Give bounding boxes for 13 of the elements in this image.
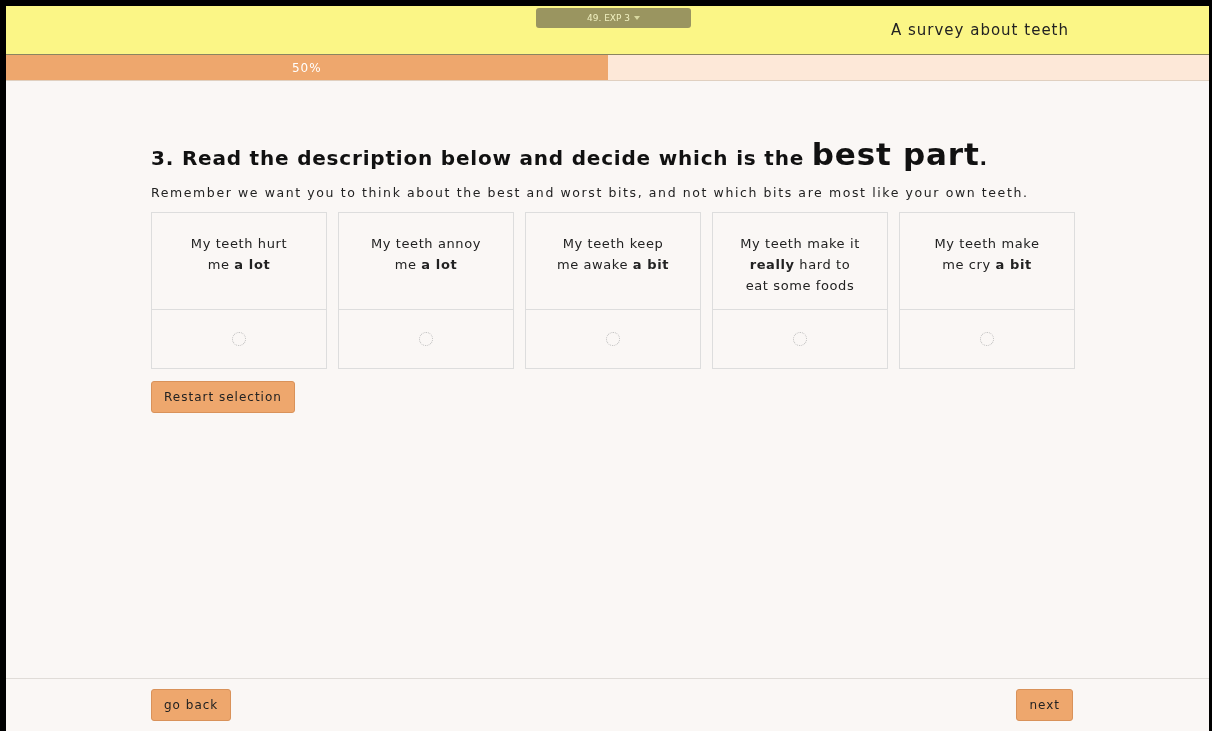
question-text: 3. Read the description below and decide which is the best part. bbox=[151, 136, 989, 172]
option-label: My teeth make it really hard to eat some foods bbox=[713, 213, 887, 310]
option-label: My teeth annoy me a lot bbox=[339, 213, 513, 310]
instruction-text: Remember we want you to think about the best and worst bits, and not which bits are most like your own teeth. bbox=[151, 184, 1030, 202]
progress-label: 50% bbox=[291, 60, 322, 75]
caret-icon[interactable] bbox=[634, 16, 640, 20]
option-label: My teeth make me cry a bit bbox=[900, 213, 1074, 310]
option-label: My teeth keep me awake a bit bbox=[526, 213, 700, 310]
restart-button[interactable]: Restart selection bbox=[151, 381, 295, 413]
option-label: My teeth hurt me a lot bbox=[152, 213, 326, 310]
back-button[interactable]: go back bbox=[151, 689, 232, 721]
survey-title: A survey about teeth bbox=[890, 21, 1069, 39]
next-button[interactable]: next bbox=[1016, 689, 1073, 721]
